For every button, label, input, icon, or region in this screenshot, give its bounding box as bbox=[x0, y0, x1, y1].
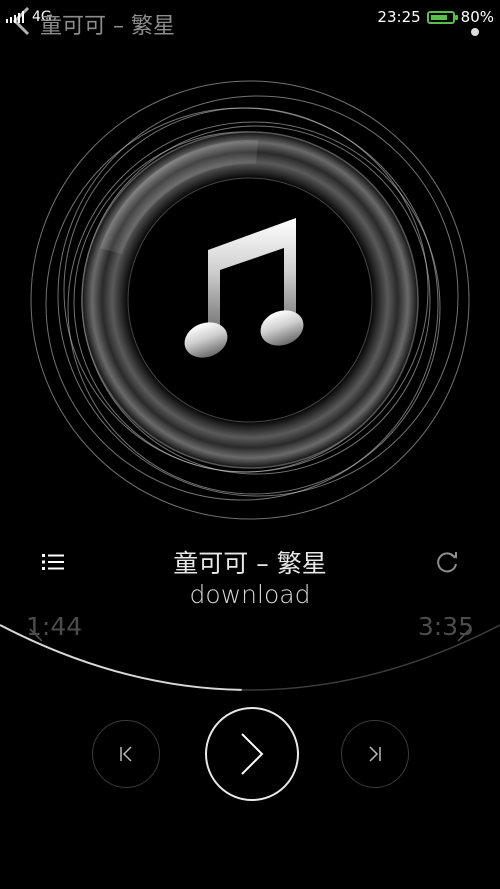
total-time: 3:35 bbox=[417, 612, 474, 641]
header-title: 童可可 – 繁星 bbox=[40, 14, 175, 39]
chevron-left-icon bbox=[12, 6, 30, 36]
play-icon bbox=[241, 733, 264, 775]
skip-next-icon bbox=[369, 746, 381, 762]
song-title: 童可可 – 繁星 bbox=[173, 549, 327, 578]
more-options-button[interactable] bbox=[471, 28, 479, 36]
back-button[interactable] bbox=[6, 4, 36, 38]
music-player-screen: 4G 23:25 80% 童可可 – 繁星 童可可 – 繁星 download … bbox=[0, 0, 500, 889]
clock: 23:25 bbox=[377, 8, 421, 26]
battery-icon bbox=[426, 10, 458, 24]
previous-button[interactable] bbox=[92, 720, 160, 788]
battery-level bbox=[430, 14, 447, 20]
skip-previous-icon bbox=[120, 746, 132, 762]
next-button[interactable] bbox=[341, 720, 409, 788]
battery-percent: 80% bbox=[460, 8, 494, 26]
status-bar-right: 23:25 80% bbox=[377, 6, 494, 28]
album-artwork bbox=[30, 80, 470, 520]
play-button[interactable] bbox=[205, 707, 299, 801]
elapsed-time: 1:44 bbox=[26, 612, 83, 641]
